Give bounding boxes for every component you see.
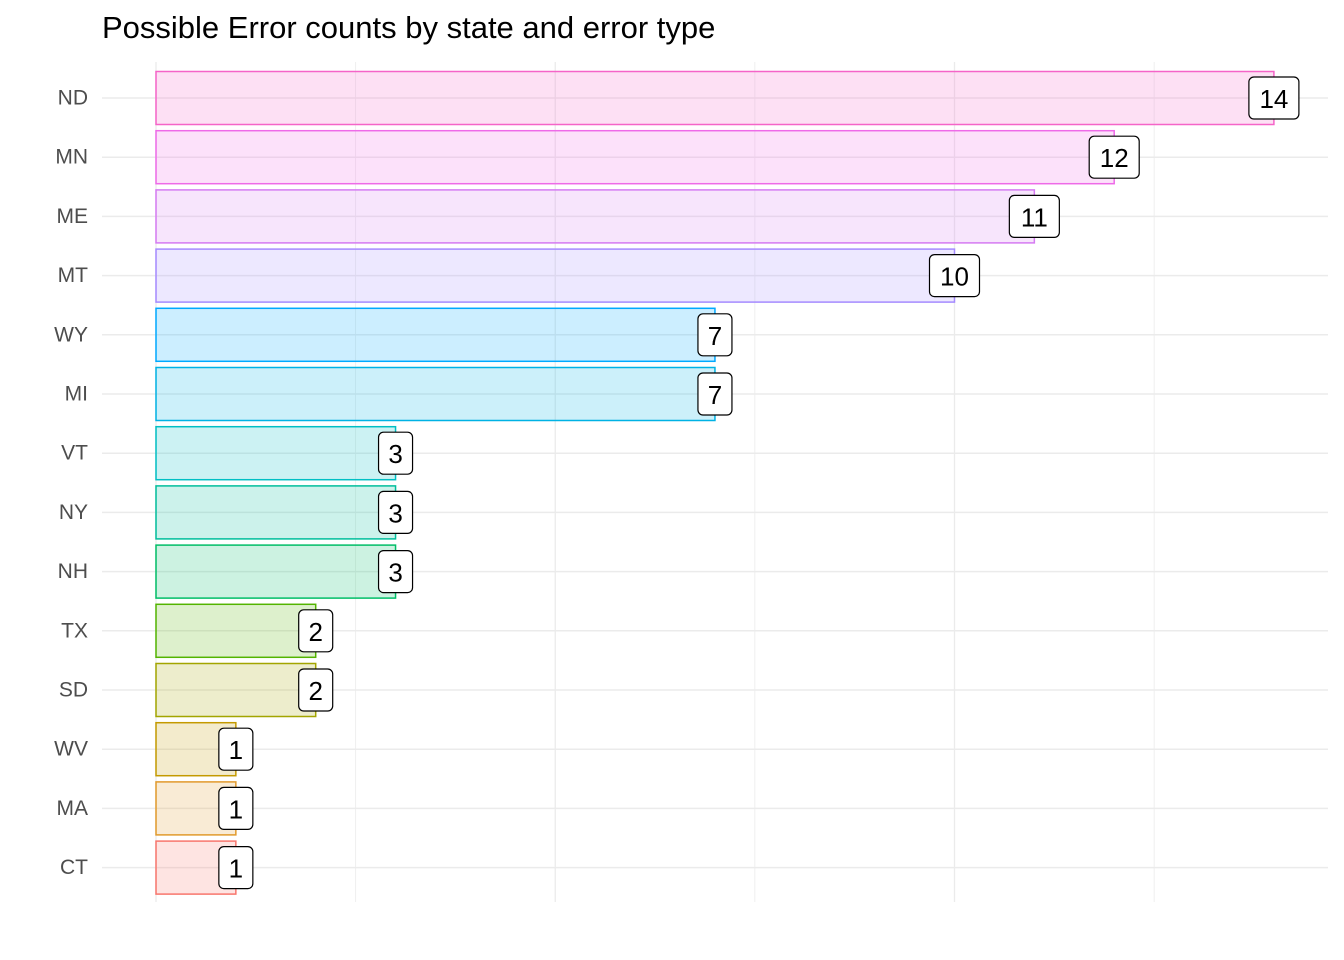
data-label: 11 xyxy=(1008,194,1060,238)
bar-wy xyxy=(155,307,716,363)
category-tick-label: MI xyxy=(65,383,88,406)
bar-nd xyxy=(155,70,1275,126)
data-label: 3 xyxy=(377,431,414,475)
category-tick-label: ND xyxy=(58,87,88,110)
bar-mi xyxy=(155,366,716,422)
category-tick-label: TX xyxy=(61,619,88,642)
data-label-text: 7 xyxy=(708,380,722,410)
data-label-text: 14 xyxy=(1259,84,1288,114)
data-label: 7 xyxy=(697,372,733,416)
data-label-text: 3 xyxy=(388,558,402,588)
bar-mn xyxy=(155,129,1115,185)
data-label: 1 xyxy=(218,786,254,831)
data-label-text: 7 xyxy=(708,321,722,351)
category-tick-label: ME xyxy=(57,205,89,228)
data-label-text: 2 xyxy=(308,676,322,706)
bar-sd xyxy=(155,662,317,718)
category-tick-label: MA xyxy=(57,797,89,820)
data-label-text: 3 xyxy=(388,498,402,528)
bar-tx xyxy=(155,603,317,659)
category-tick-label: MT xyxy=(58,264,88,287)
data-label: 1 xyxy=(218,845,254,890)
bar-mt xyxy=(155,248,956,303)
category-tick-label: CT xyxy=(60,856,88,879)
data-label: 7 xyxy=(697,313,733,357)
data-label-text: 1 xyxy=(229,854,243,884)
bar-nh xyxy=(155,544,397,599)
bar-chart-svg: ND 14MN 12ME 11MT 10WY 7MI 7VT 3NY 3NH 3TX 2SD 2WV 1… xyxy=(54,62,1328,902)
data-label: 12 xyxy=(1088,135,1140,179)
bar-me xyxy=(155,189,1036,244)
data-label: 3 xyxy=(377,490,414,534)
data-label: 1 xyxy=(218,727,254,771)
bar-ny xyxy=(155,485,397,540)
category-tick-label: SD xyxy=(59,679,88,702)
category-tick-label: WV xyxy=(54,738,88,761)
category-tick-label: VT xyxy=(61,442,88,465)
category-tick-label: MN xyxy=(55,146,88,169)
data-label: 10 xyxy=(928,254,981,298)
data-label-text: 12 xyxy=(1100,143,1129,173)
data-label-text: 1 xyxy=(229,794,243,824)
chart-root: Possible Error counts by state and error… xyxy=(0,0,1344,960)
data-label: 2 xyxy=(298,609,334,653)
data-label: 3 xyxy=(377,549,414,594)
data-label-text: 2 xyxy=(308,617,322,647)
data-label-text: 11 xyxy=(1021,202,1048,232)
category-tick-label: NH xyxy=(58,560,88,583)
category-tick-label: WY xyxy=(54,323,88,346)
data-label: 14 xyxy=(1248,76,1300,120)
bar-vt xyxy=(155,425,397,481)
category-tick-label: NY xyxy=(59,501,88,524)
data-label-text: 10 xyxy=(940,262,969,292)
data-label: 2 xyxy=(298,668,334,712)
data-label-text: 3 xyxy=(388,439,402,469)
data-label-text: 1 xyxy=(229,735,243,765)
